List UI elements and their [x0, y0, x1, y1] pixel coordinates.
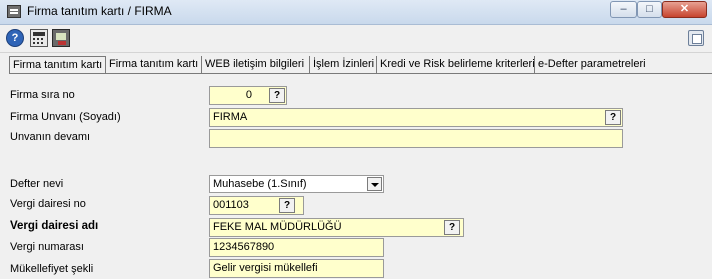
vergi-dairesi-no-label: Vergi dairesi no — [10, 198, 86, 210]
tab-islem-izinleri[interactable]: İşlem İzinleri — [310, 56, 377, 73]
mukellefiyet-label: Mükellefiyet şekli — [10, 263, 94, 275]
tab-e-defter[interactable]: e-Defter parametreleri — [535, 56, 651, 73]
vergi-dairesi-adi-label: Vergi dairesi adı — [10, 220, 99, 232]
firma-sira-no-lookup-button[interactable]: ? — [269, 88, 285, 103]
print-icon[interactable] — [52, 29, 70, 47]
vergi-dairesi-no-value: 001103 — [213, 199, 249, 211]
unvan-devami-field[interactable] — [209, 129, 623, 148]
toolbar: ? — [0, 25, 712, 53]
vergi-numarasi-label: Vergi numarası — [10, 241, 84, 253]
firma-unvani-lookup-button[interactable]: ? — [605, 110, 621, 125]
firma-sira-no-field[interactable]: 0 ? — [209, 86, 287, 105]
minimize-button[interactable]: – — [610, 1, 637, 18]
chevron-down-icon[interactable] — [367, 177, 382, 191]
firma-unvani-label: Firma Unvanı (Soyadı) — [10, 111, 121, 123]
tab-firma-tanitim-karti-2[interactable]: Firma tanıtım kartı — [106, 56, 202, 73]
tab-kredi-risk[interactable]: Kredi ve Risk belirleme kriterleri — [377, 56, 535, 73]
unvan-devami-label: Unvanın devamı — [10, 131, 91, 143]
firma-sira-no-value: 0 — [245, 89, 252, 101]
vergi-dairesi-adi-lookup-button[interactable]: ? — [444, 220, 460, 235]
window-restore-icon[interactable] — [688, 30, 704, 46]
help-icon[interactable]: ? — [6, 29, 24, 47]
defter-nevi-label: Defter nevi — [10, 178, 64, 190]
firma-unvani-value: FIRMA — [213, 111, 248, 123]
defter-nevi-value: Muhasebe (1.Sınıf) — [213, 178, 307, 190]
vergi-dairesi-no-lookup-button[interactable]: ? — [279, 198, 295, 213]
tab-firma-tanitim-karti-1[interactable]: Firma tanıtım kartı — [9, 56, 106, 74]
title-bar: Firma tanıtım kartı / FIRMA – □ ✕ — [0, 0, 712, 25]
window-title: Firma tanıtım kartı / FIRMA — [27, 4, 172, 18]
vergi-dairesi-adi-field[interactable]: FEKE MAL MÜDÜRLÜĞÜ ? — [209, 218, 464, 237]
calculator-icon[interactable] — [30, 29, 48, 47]
mukellefiyet-field[interactable]: Gelir vergisi mükellefi — [209, 259, 384, 278]
maximize-button[interactable]: □ — [637, 1, 662, 18]
defter-nevi-select[interactable]: Muhasebe (1.Sınıf) — [209, 175, 384, 193]
firma-sira-no-label: Firma sıra no — [10, 89, 75, 101]
tab-divider — [9, 73, 712, 74]
vergi-numarasi-field[interactable]: 1234567890 — [209, 238, 384, 257]
vergi-dairesi-no-field[interactable]: 001103 ? — [209, 196, 304, 215]
firma-unvani-field[interactable]: FIRMA ? — [209, 108, 623, 127]
close-button[interactable]: ✕ — [662, 1, 707, 18]
tab-web-iletisim[interactable]: WEB iletişim bilgileri — [202, 56, 310, 73]
vergi-dairesi-adi-value: FEKE MAL MÜDÜRLÜĞÜ — [213, 221, 342, 233]
app-icon — [7, 5, 21, 18]
